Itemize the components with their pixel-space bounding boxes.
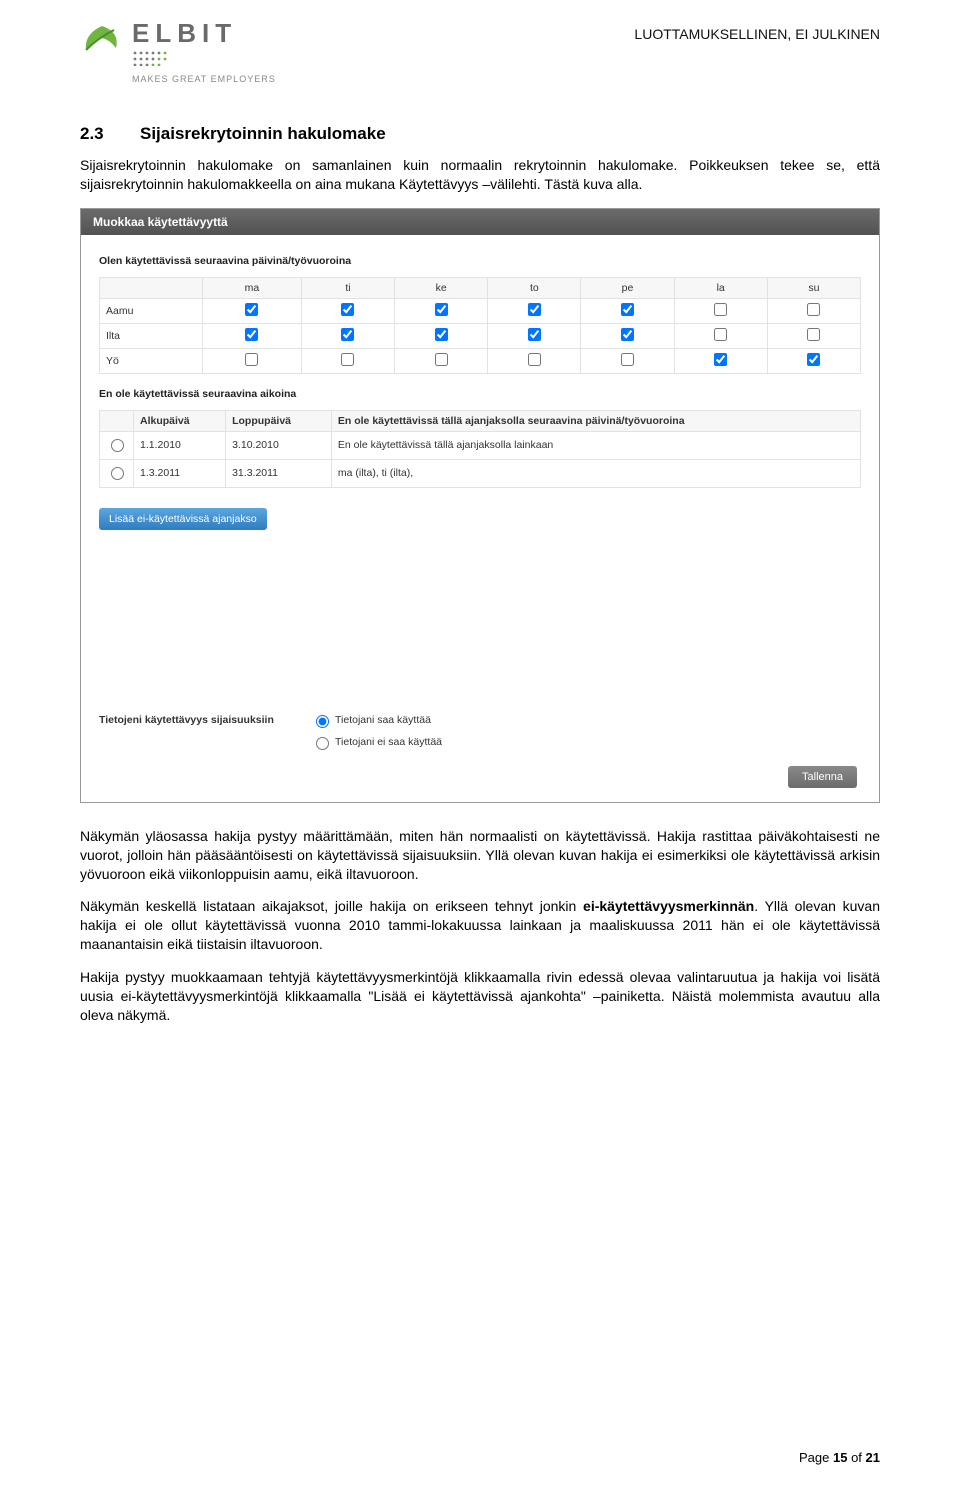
section-title: Sijaisrekrytoinnin hakulomake xyxy=(140,124,386,143)
leaf-icon xyxy=(80,20,124,64)
paragraph-middle: Näkymän keskellä listataan aikajaksot, j… xyxy=(80,897,880,954)
col-end: Loppupäivä xyxy=(226,410,332,431)
availability-checkbox[interactable] xyxy=(621,353,634,366)
availability-checkbox[interactable] xyxy=(341,328,354,341)
table-row: 1.1.2010 3.10.2010 En ole käytettävissä … xyxy=(100,431,861,459)
dot-pattern-icon xyxy=(132,50,276,71)
availability-table: ma ti ke to pe la su Aamu xyxy=(99,277,861,374)
availability-checkbox[interactable] xyxy=(807,353,820,366)
add-unavailable-button[interactable]: Lisää ei-käytettävissä ajanjakso xyxy=(99,508,267,530)
brand-logo: ELBIT MAKES GREAT EMPLOYERS xyxy=(80,20,276,84)
cell-end: 31.3.2011 xyxy=(226,459,332,487)
availability-checkbox[interactable] xyxy=(528,353,541,366)
availability-checkbox[interactable] xyxy=(714,303,727,316)
cell-start: 1.3.2011 xyxy=(134,459,226,487)
paragraph-top: Näkymän yläosassa hakija pystyy määrittä… xyxy=(80,827,880,884)
day-header: ma xyxy=(203,277,302,298)
row-radio[interactable] xyxy=(111,467,124,480)
row-label: Aamu xyxy=(100,298,203,323)
availability-checkbox[interactable] xyxy=(245,303,258,316)
row-radio[interactable] xyxy=(111,439,124,452)
day-header: pe xyxy=(581,277,674,298)
availability-checkbox[interactable] xyxy=(245,328,258,341)
table-row: Aamu xyxy=(100,298,861,323)
availability-checkbox[interactable] xyxy=(621,303,634,316)
cell-start: 1.1.2010 xyxy=(134,431,226,459)
availability-title: Olen käytettävissä seuraavina päivinä/ty… xyxy=(99,255,861,267)
availability-checkbox[interactable] xyxy=(807,328,820,341)
save-button[interactable]: Tallenna xyxy=(788,766,857,788)
table-row: 1.3.2011 31.3.2011 ma (ilta), ti (ilta), xyxy=(100,459,861,487)
day-header: ke xyxy=(395,277,488,298)
screenshot-panel: Muokkaa käytettävyyttä Olen käytettäviss… xyxy=(80,208,880,803)
cell-note: En ole käytettävissä tällä ajanjaksolla … xyxy=(331,431,860,459)
availability-checkbox[interactable] xyxy=(714,353,727,366)
section-heading: 2.3Sijaisrekrytoinnin hakulomake xyxy=(80,124,880,144)
section-number: 2.3 xyxy=(80,124,140,144)
availability-checkbox[interactable] xyxy=(435,303,448,316)
cell-end: 3.10.2010 xyxy=(226,431,332,459)
permission-label: Tietojeni käytettävyys sijaisuuksiin xyxy=(99,712,299,726)
permission-radio[interactable] xyxy=(316,715,329,728)
availability-checkbox[interactable] xyxy=(528,303,541,316)
page-footer: Page 15 of 21 xyxy=(799,1450,880,1465)
day-header: la xyxy=(674,277,767,298)
brand-tagline: MAKES GREAT EMPLOYERS xyxy=(132,74,276,84)
day-header: su xyxy=(767,277,860,298)
cell-note: ma (ilta), ti (ilta), xyxy=(331,459,860,487)
unavailability-table: Alkupäivä Loppupäivä En ole käytettäviss… xyxy=(99,410,861,488)
availability-checkbox[interactable] xyxy=(341,303,354,316)
table-row: Yö xyxy=(100,348,861,373)
col-start: Alkupäivä xyxy=(134,410,226,431)
day-header: ti xyxy=(301,277,394,298)
paragraph-bottom: Hakija pystyy muokkaamaan tehtyjä käytet… xyxy=(80,968,880,1025)
panel-title: Muokkaa käytettävyyttä xyxy=(81,209,879,235)
brand-name: ELBIT xyxy=(132,20,276,46)
availability-checkbox[interactable] xyxy=(245,353,258,366)
permission-option[interactable]: Tietojani saa käyttää xyxy=(311,712,442,728)
permission-radio[interactable] xyxy=(316,737,329,750)
availability-checkbox[interactable] xyxy=(714,328,727,341)
table-row: Ilta xyxy=(100,323,861,348)
permission-option[interactable]: Tietojani ei saa käyttää xyxy=(311,734,442,750)
paragraph-intro: Sijaisrekrytoinnin hakulomake on samanla… xyxy=(80,156,880,194)
availability-checkbox[interactable] xyxy=(528,328,541,341)
unavailability-title: En ole käytettävissä seuraavina aikoina xyxy=(99,388,861,400)
availability-checkbox[interactable] xyxy=(621,328,634,341)
row-label: Yö xyxy=(100,348,203,373)
col-note: En ole käytettävissä tällä ajanjaksolla … xyxy=(331,410,860,431)
bold-term: ei-käytettävyysmerkinnän xyxy=(583,898,754,914)
availability-checkbox[interactable] xyxy=(435,353,448,366)
day-header: to xyxy=(488,277,581,298)
availability-checkbox[interactable] xyxy=(341,353,354,366)
confidential-label: LUOTTAMUKSELLINEN, EI JULKINEN xyxy=(634,26,880,42)
row-label: Ilta xyxy=(100,323,203,348)
availability-checkbox[interactable] xyxy=(807,303,820,316)
availability-checkbox[interactable] xyxy=(435,328,448,341)
